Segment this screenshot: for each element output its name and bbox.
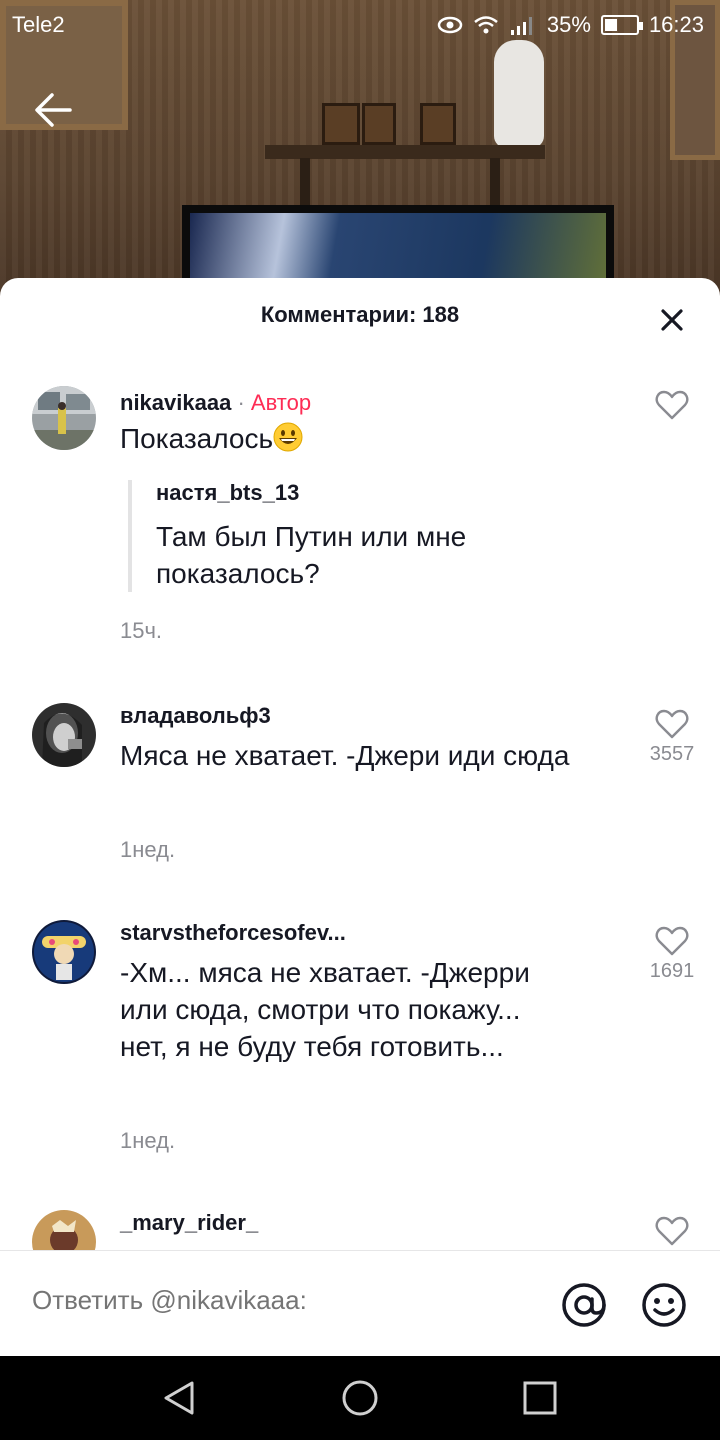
signal-icon (509, 14, 537, 36)
at-sign-icon (562, 1283, 606, 1327)
battery-fill (604, 19, 617, 31)
comments-sheet: Комментарии: 188 nikavikaaa · Автор Пока… (0, 278, 720, 1356)
comment-username[interactable]: nikavikaaa (120, 390, 231, 415)
sheet-header: Комментарии: 188 (0, 278, 720, 358)
like-count: 3557 (649, 743, 695, 765)
comment-username[interactable]: владавольф3 (120, 703, 271, 729)
comment-text: Мяса не хватает. -Джери иди сюда (120, 740, 570, 771)
avatar[interactable] (32, 1210, 96, 1252)
carrier-label: Tele2 (12, 12, 65, 37)
comment-item: _mary_rider_ (0, 1210, 720, 1252)
author-badge: Автор (250, 390, 312, 415)
battery-icon (600, 15, 643, 35)
reply-bar (0, 1250, 720, 1356)
heart-outline-icon (655, 709, 689, 739)
nav-home-button[interactable] (340, 1378, 380, 1418)
system-nav-bar (0, 1356, 720, 1440)
reply-input[interactable] (32, 1285, 512, 1316)
clock: 16:23 (648, 12, 704, 37)
back-button[interactable] (30, 86, 78, 134)
comment-time: 15ч. (120, 618, 163, 643)
like-button[interactable]: 1691 (640, 926, 704, 983)
reply-quote: настя_bts_13 Там был Путин или мне показ… (128, 480, 608, 592)
battery-percent: 35% (546, 12, 591, 37)
square-recent-icon (523, 1381, 557, 1415)
like-count: 1691 (649, 960, 695, 982)
status-icons: 35% 16:23 (437, 12, 704, 38)
triangle-back-icon (164, 1381, 194, 1415)
nav-back-button[interactable] (160, 1378, 200, 1418)
heart-outline-icon (655, 926, 689, 956)
comment-text: -Хм... мяса не хватает. -Джерри или сюда… (120, 957, 530, 1062)
quoted-text: Там был Путин или мне показалось? (156, 521, 467, 589)
close-icon (661, 309, 683, 331)
comment-time: 1нед. (120, 1128, 176, 1153)
circle-home-icon (342, 1380, 378, 1416)
comments-list: nikavikaaa · Автор Показалось настя_bts_… (0, 366, 720, 1252)
close-button[interactable] (652, 300, 692, 340)
like-button[interactable] (640, 1216, 704, 1246)
comment-username[interactable]: _mary_rider_ (120, 1210, 258, 1236)
avatar[interactable] (32, 386, 96, 450)
avatar[interactable] (32, 703, 96, 767)
eye-icon (437, 15, 463, 35)
like-button[interactable]: 3557 (640, 709, 704, 766)
quoted-username[interactable]: настя_bts_13 (156, 480, 608, 506)
separator-dot: · (237, 390, 245, 415)
status-bar: Tele2 35% 16:23 (0, 0, 720, 50)
shelf-icon (420, 103, 456, 145)
comment-text-line: Показалось (120, 420, 580, 457)
comment-header: nikavikaaa · Автор (120, 390, 311, 416)
comment-username[interactable]: starvstheforcesofev... (120, 920, 346, 946)
emoji-button[interactable] (640, 1281, 688, 1329)
comments-title: Комментарии: 188 (260, 302, 460, 327)
wifi-icon (473, 14, 499, 36)
comment-text: Показалось (120, 423, 274, 454)
comment-item: владавольф3 Мяса не хватает. -Джери иди … (0, 703, 720, 863)
heart-outline-icon (655, 1216, 689, 1246)
shelf (265, 145, 545, 159)
smiley-icon (642, 1283, 686, 1327)
grinning-face-emoji (273, 422, 303, 452)
shelf-icon (322, 103, 360, 145)
mention-button[interactable] (560, 1281, 608, 1329)
avatar[interactable] (32, 920, 96, 984)
arrow-left-icon (35, 93, 72, 127)
comment-item: nikavikaaa · Автор Показалось настя_bts_… (0, 386, 720, 646)
comment-time: 1нед. (120, 837, 176, 862)
comment-item: starvstheforcesofev... -Хм... мяса не хв… (0, 920, 720, 1160)
nav-recent-button[interactable] (520, 1378, 560, 1418)
heart-outline-icon (655, 390, 689, 420)
shelf-icon (362, 103, 396, 145)
vase (494, 40, 544, 148)
like-button[interactable] (640, 390, 704, 424)
